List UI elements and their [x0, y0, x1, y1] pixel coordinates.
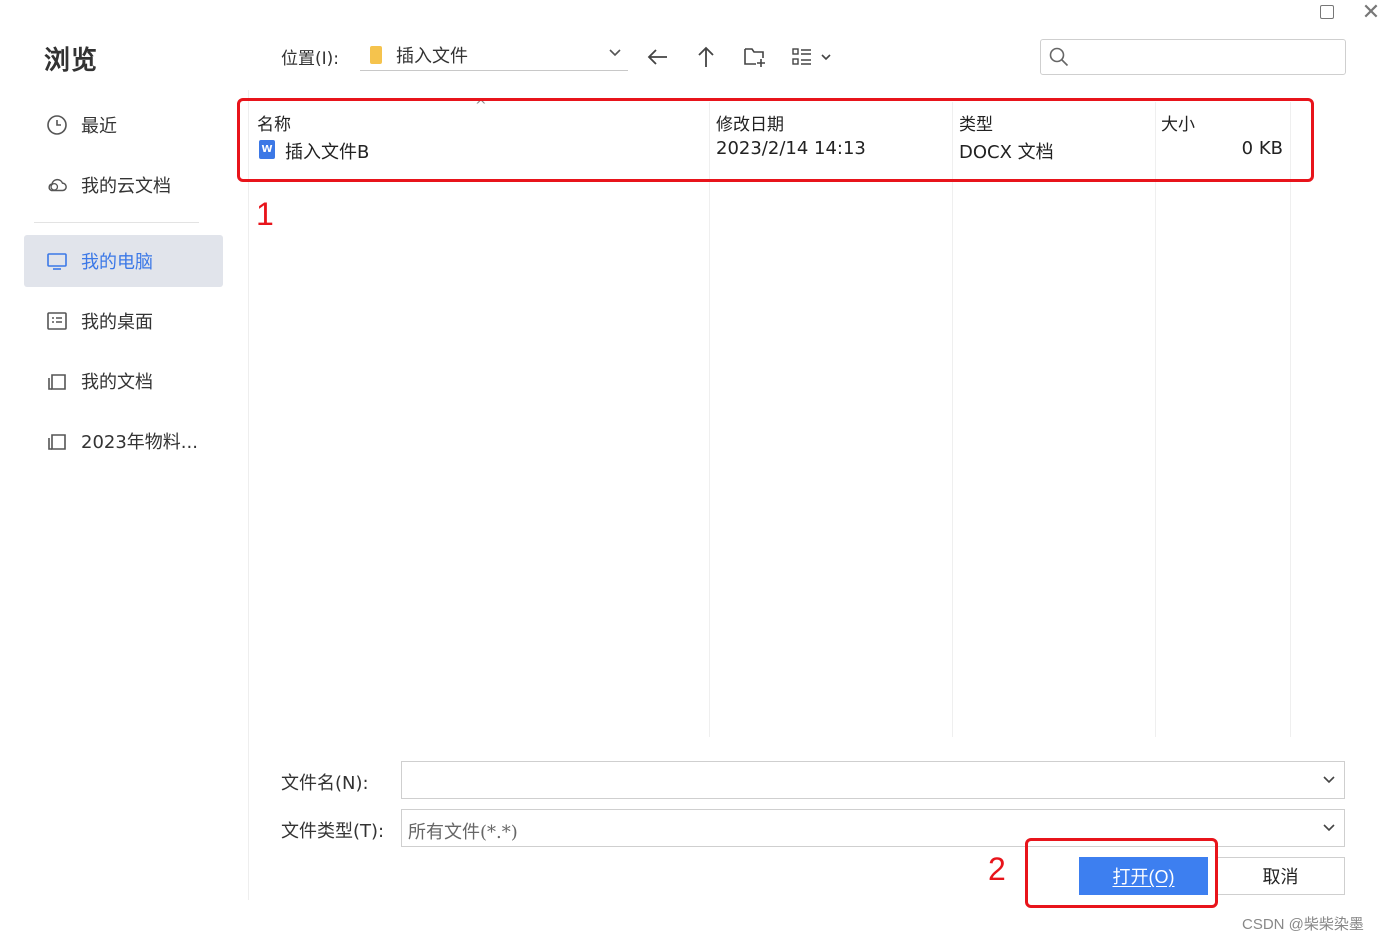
close-icon: ✕ — [1361, 0, 1381, 25]
clock-icon — [46, 114, 68, 136]
sidebar-item-my-computer[interactable]: 我的电脑 — [24, 235, 223, 287]
folder-icon — [370, 46, 382, 64]
annotation-box-2 — [1025, 838, 1218, 908]
up-button[interactable] — [693, 42, 719, 72]
new-folder-button[interactable] — [742, 42, 768, 72]
search-icon — [1049, 47, 1069, 67]
location-value: 插入文件 — [396, 46, 468, 67]
arrow-left-icon — [647, 49, 667, 65]
new-folder-icon — [744, 48, 765, 67]
sidebar-title: 浏览 — [44, 46, 99, 76]
chevron-down-icon — [608, 46, 622, 62]
sidebar-item-label: 我的文档 — [81, 372, 153, 393]
monitor-icon — [46, 250, 68, 272]
sidebar-item-label: 2023年物料... — [81, 432, 198, 453]
sidebar-item-recent[interactable]: 最近 — [24, 99, 223, 151]
back-button[interactable] — [645, 42, 671, 72]
arrow-up-icon — [698, 46, 714, 67]
chevron-down-icon — [1322, 820, 1336, 839]
sidebar-item-2023-materials[interactable]: 2023年物料... — [24, 415, 223, 467]
list-view-icon — [792, 48, 831, 65]
chevron-down-icon — [1322, 772, 1336, 791]
sidebar-item-label: 我的桌面 — [81, 312, 153, 333]
watermark: CSDN @柴柴染墨 — [1242, 916, 1364, 933]
sidebar-item-my-documents[interactable]: 我的文档 — [24, 355, 223, 407]
sidebar-item-label: 最近 — [81, 116, 117, 137]
filetype-value: 所有文件(*.*) — [408, 822, 518, 843]
folder-icon — [46, 370, 68, 392]
search-input[interactable] — [1081, 44, 1335, 70]
annotation-box-1 — [237, 98, 1314, 182]
sidebar-item-cloud-docs[interactable]: 我的云文档 — [24, 159, 223, 211]
search-box[interactable] — [1040, 39, 1346, 75]
location-label: 位置(I): — [281, 49, 340, 69]
sidebar-divider — [34, 222, 199, 223]
folder-icon — [46, 430, 68, 452]
view-mode-button[interactable] — [790, 42, 836, 72]
filename-label: 文件名(N): — [281, 773, 369, 794]
filetype-label: 文件类型(T): — [281, 821, 385, 842]
column-divider — [952, 102, 953, 737]
annotation-number-2: 2 — [988, 851, 1006, 887]
column-divider — [1155, 102, 1156, 737]
column-divider — [709, 102, 710, 737]
filename-field[interactable] — [401, 761, 1345, 799]
annotation-number-1: 1 — [256, 196, 274, 232]
close-button[interactable]: ✕ — [1356, 0, 1386, 25]
sidebar-item-desktop[interactable]: 我的桌面 — [24, 295, 223, 347]
sidebar: 浏览 最近 我的云文档 我的电脑 我的桌面 我的文档 2023年物料... — [0, 0, 248, 941]
maximize-button[interactable] — [1312, 0, 1342, 24]
location-dropdown[interactable]: 插入文件 — [360, 40, 628, 71]
sidebar-item-label: 我的云文档 — [81, 176, 171, 197]
cancel-button[interactable]: 取消 — [1216, 857, 1345, 895]
file-list: ^ 名称 修改日期 类型 大小 W 插入文件B 2023/2/14 14:13 … — [249, 98, 1309, 737]
cloud-icon — [46, 174, 68, 196]
desktop-icon — [46, 310, 68, 332]
sidebar-item-label: 我的电脑 — [81, 252, 153, 273]
maximize-icon — [1320, 5, 1334, 19]
column-divider — [1290, 102, 1291, 737]
